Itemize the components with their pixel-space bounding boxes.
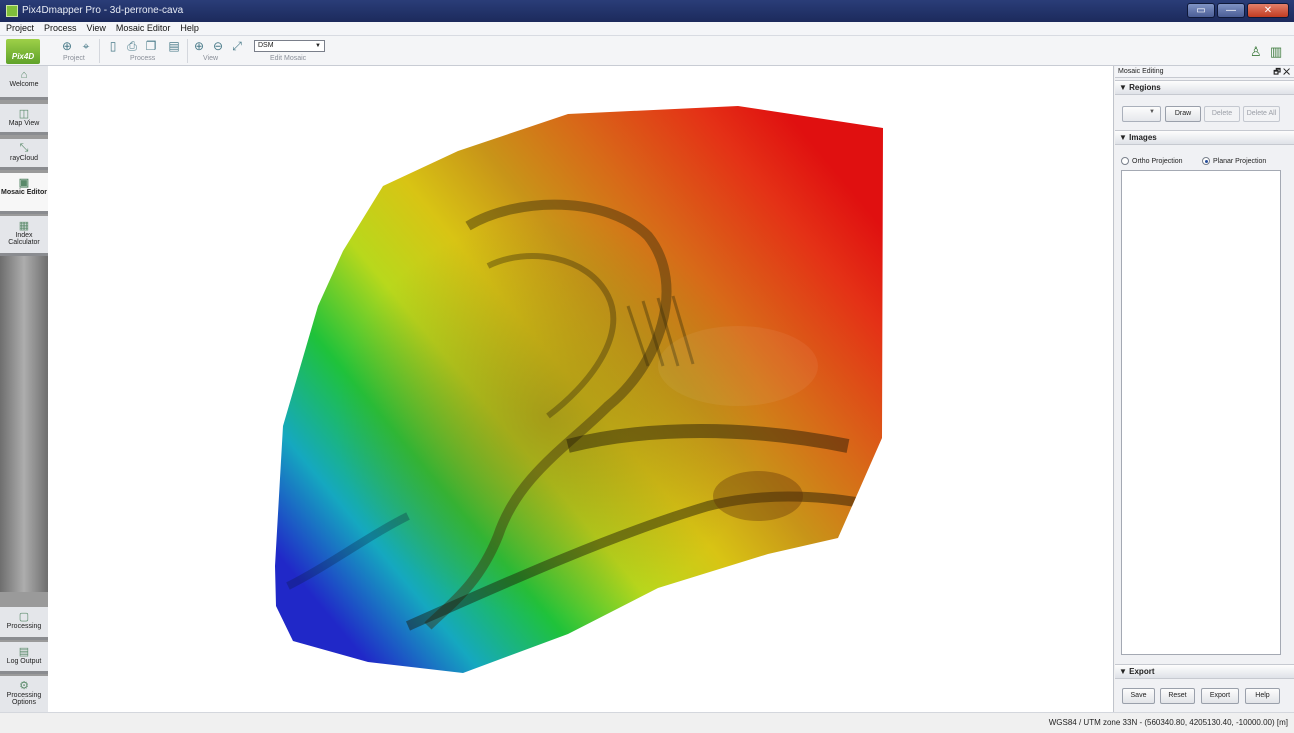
zoom-in-icon[interactable]: ⊕ bbox=[191, 39, 207, 53]
layer-select[interactable]: DSM ▼ bbox=[254, 40, 325, 52]
map-icon: ◫ bbox=[18, 108, 30, 120]
minimize-button[interactable]: — bbox=[1217, 3, 1245, 18]
dsm-mosaic-image[interactable] bbox=[48, 66, 1114, 712]
menu-view[interactable]: View bbox=[81, 22, 110, 33]
sidebar-item-label: Welcome bbox=[9, 81, 39, 88]
sidebar-item-label: Log Output bbox=[6, 658, 42, 665]
panel-float-close-icon[interactable]: 🗗 ✕ bbox=[1273, 66, 1290, 78]
layer-select-value: DSM bbox=[258, 42, 274, 49]
delete-button[interactable]: Delete bbox=[1204, 106, 1240, 122]
app-icon bbox=[6, 5, 18, 17]
ortho-projection-label: Ortho Projection bbox=[1132, 157, 1183, 165]
sidebar-item-map-view[interactable]: ◫ Map View bbox=[0, 104, 48, 135]
terrain-shading bbox=[275, 106, 883, 673]
project-globe-icon[interactable]: ⊕ bbox=[59, 39, 75, 53]
chevron-down-icon: ▼ bbox=[315, 43, 321, 49]
coordinate-readout: WGS84 / UTM zone 33N - (560340.80, 42051… bbox=[1048, 718, 1288, 727]
sidebar-item-mosaic-editor[interactable]: ▣ Mosaic Editor bbox=[0, 173, 48, 214]
delete-all-button[interactable]: Delete All bbox=[1243, 106, 1280, 122]
planar-projection-label: Planar Projection bbox=[1213, 157, 1267, 165]
zoom-out-icon[interactable]: ⊖ bbox=[210, 39, 226, 53]
process-export-icon[interactable]: ⎙ bbox=[124, 39, 140, 53]
sidebar-item-label: Processing bbox=[6, 623, 42, 630]
chevron-down-icon: ▼ bbox=[1149, 109, 1155, 115]
sidebar-item-index-calculator[interactable]: ▦ Index Calculator bbox=[0, 216, 48, 256]
sidebar-item-label: rayCloud bbox=[9, 155, 38, 162]
index-icon: ▦ bbox=[18, 220, 30, 232]
restore-button[interactable]: ▭ bbox=[1187, 3, 1215, 18]
process-doc-icon[interactable]: ▯ bbox=[105, 39, 121, 53]
sidebar-item-processing-options[interactable]: ⚙ Processing Options bbox=[0, 676, 48, 712]
group-label-project: Project bbox=[63, 55, 85, 62]
panel-title: Mosaic Editing bbox=[1118, 68, 1164, 75]
mosaic-icon: ▣ bbox=[18, 177, 30, 189]
user-icon[interactable]: ♙ bbox=[1250, 44, 1262, 60]
menu-project[interactable]: Project bbox=[0, 22, 38, 33]
section-regions[interactable]: ▼ Regions bbox=[1115, 80, 1294, 95]
close-icon: ✕ bbox=[1263, 5, 1273, 16]
export-button[interactable]: Export bbox=[1201, 688, 1239, 704]
minimize-icon: — bbox=[1226, 5, 1236, 16]
toolbar: Pix4D ⊕ ⌖ Project ▯ ⎙ ❐ ▤ Process ⊕ ⊖ ⤢ … bbox=[0, 36, 1294, 66]
sidebar-item-label: Mosaic Editor bbox=[1, 189, 47, 196]
radio-icon bbox=[1121, 157, 1129, 165]
group-label-view: View bbox=[203, 55, 219, 62]
sidebar-item-raycloud[interactable]: ⤡ rayCloud bbox=[0, 139, 48, 170]
menu-mosaic-editor[interactable]: Mosaic Editor bbox=[110, 22, 175, 33]
sidebar-item-label: Processing Options bbox=[6, 692, 42, 706]
help-button[interactable]: Help bbox=[1245, 688, 1280, 704]
status-bar: WGS84 / UTM zone 33N - (560340.80, 42051… bbox=[0, 712, 1294, 733]
log-icon: ▤ bbox=[18, 646, 30, 658]
close-button[interactable]: ✕ bbox=[1247, 3, 1289, 18]
planar-projection-radio[interactable]: Planar Projection bbox=[1202, 157, 1266, 165]
group-label-process: Process bbox=[130, 55, 156, 62]
region-combo[interactable]: ▼ bbox=[1122, 106, 1161, 122]
raycloud-icon: ⤡ bbox=[19, 142, 29, 154]
menu-bar: Project Process View Mosaic Editor Help bbox=[0, 22, 1294, 36]
draw-button[interactable]: Draw bbox=[1165, 106, 1201, 122]
sidebar-item-welcome[interactable]: ⌂ Welcome bbox=[0, 66, 48, 100]
toolbar-separator bbox=[99, 39, 100, 63]
panel-title-bar: Mosaic Editing 🗗 ✕ bbox=[1115, 66, 1294, 78]
sidebar-item-processing[interactable]: ▢ Processing bbox=[0, 607, 48, 640]
gear-icon: ⚙ bbox=[19, 680, 29, 692]
sidebar-item-log-output[interactable]: ▤ Log Output bbox=[0, 642, 48, 674]
panel-toggle-icon[interactable]: ▥ bbox=[1270, 44, 1282, 60]
save-button[interactable]: Save bbox=[1122, 688, 1155, 704]
process-layers-icon[interactable]: ❐ bbox=[143, 39, 159, 53]
section-images[interactable]: ▼ Images bbox=[1115, 130, 1294, 145]
crosshair-icon[interactable]: ⌖ bbox=[78, 39, 94, 53]
mosaic-editing-panel: Mosaic Editing 🗗 ✕ ▼ Regions ▼ Draw Dele… bbox=[1115, 66, 1294, 712]
title-bar: Pix4Dmapper Pro - 3d-perrone-cava ▭ — ✕ bbox=[0, 0, 1294, 22]
menu-help[interactable]: Help bbox=[174, 22, 203, 33]
mosaic-view[interactable] bbox=[48, 66, 1114, 712]
sidebar-item-label: Map View bbox=[8, 120, 40, 127]
pix4d-logo: Pix4D bbox=[6, 39, 40, 64]
process-report-icon[interactable]: ▤ bbox=[166, 39, 182, 53]
zoom-extent-icon[interactable]: ⤢ bbox=[229, 39, 245, 53]
menu-process[interactable]: Process bbox=[38, 22, 81, 33]
ortho-projection-radio[interactable]: Ortho Projection bbox=[1121, 157, 1183, 165]
sidebar: ⌂ Welcome ◫ Map View ⤡ rayCloud ▣ Mosaic… bbox=[0, 66, 48, 712]
sidebar-item-label: Index Calculator bbox=[8, 232, 40, 246]
processing-icon: ▢ bbox=[18, 611, 30, 623]
window-title: Pix4Dmapper Pro - 3d-perrone-cava bbox=[22, 5, 184, 16]
section-export[interactable]: ▼ Export bbox=[1115, 664, 1294, 679]
home-icon: ⌂ bbox=[20, 69, 28, 81]
radio-selected-icon bbox=[1202, 157, 1210, 165]
toolbar-separator bbox=[187, 39, 188, 63]
group-label-edit-mosaic: Edit Mosaic bbox=[270, 55, 307, 62]
restore-icon: ▭ bbox=[1196, 5, 1206, 16]
reset-button[interactable]: Reset bbox=[1160, 688, 1195, 704]
images-list[interactable] bbox=[1121, 170, 1281, 655]
